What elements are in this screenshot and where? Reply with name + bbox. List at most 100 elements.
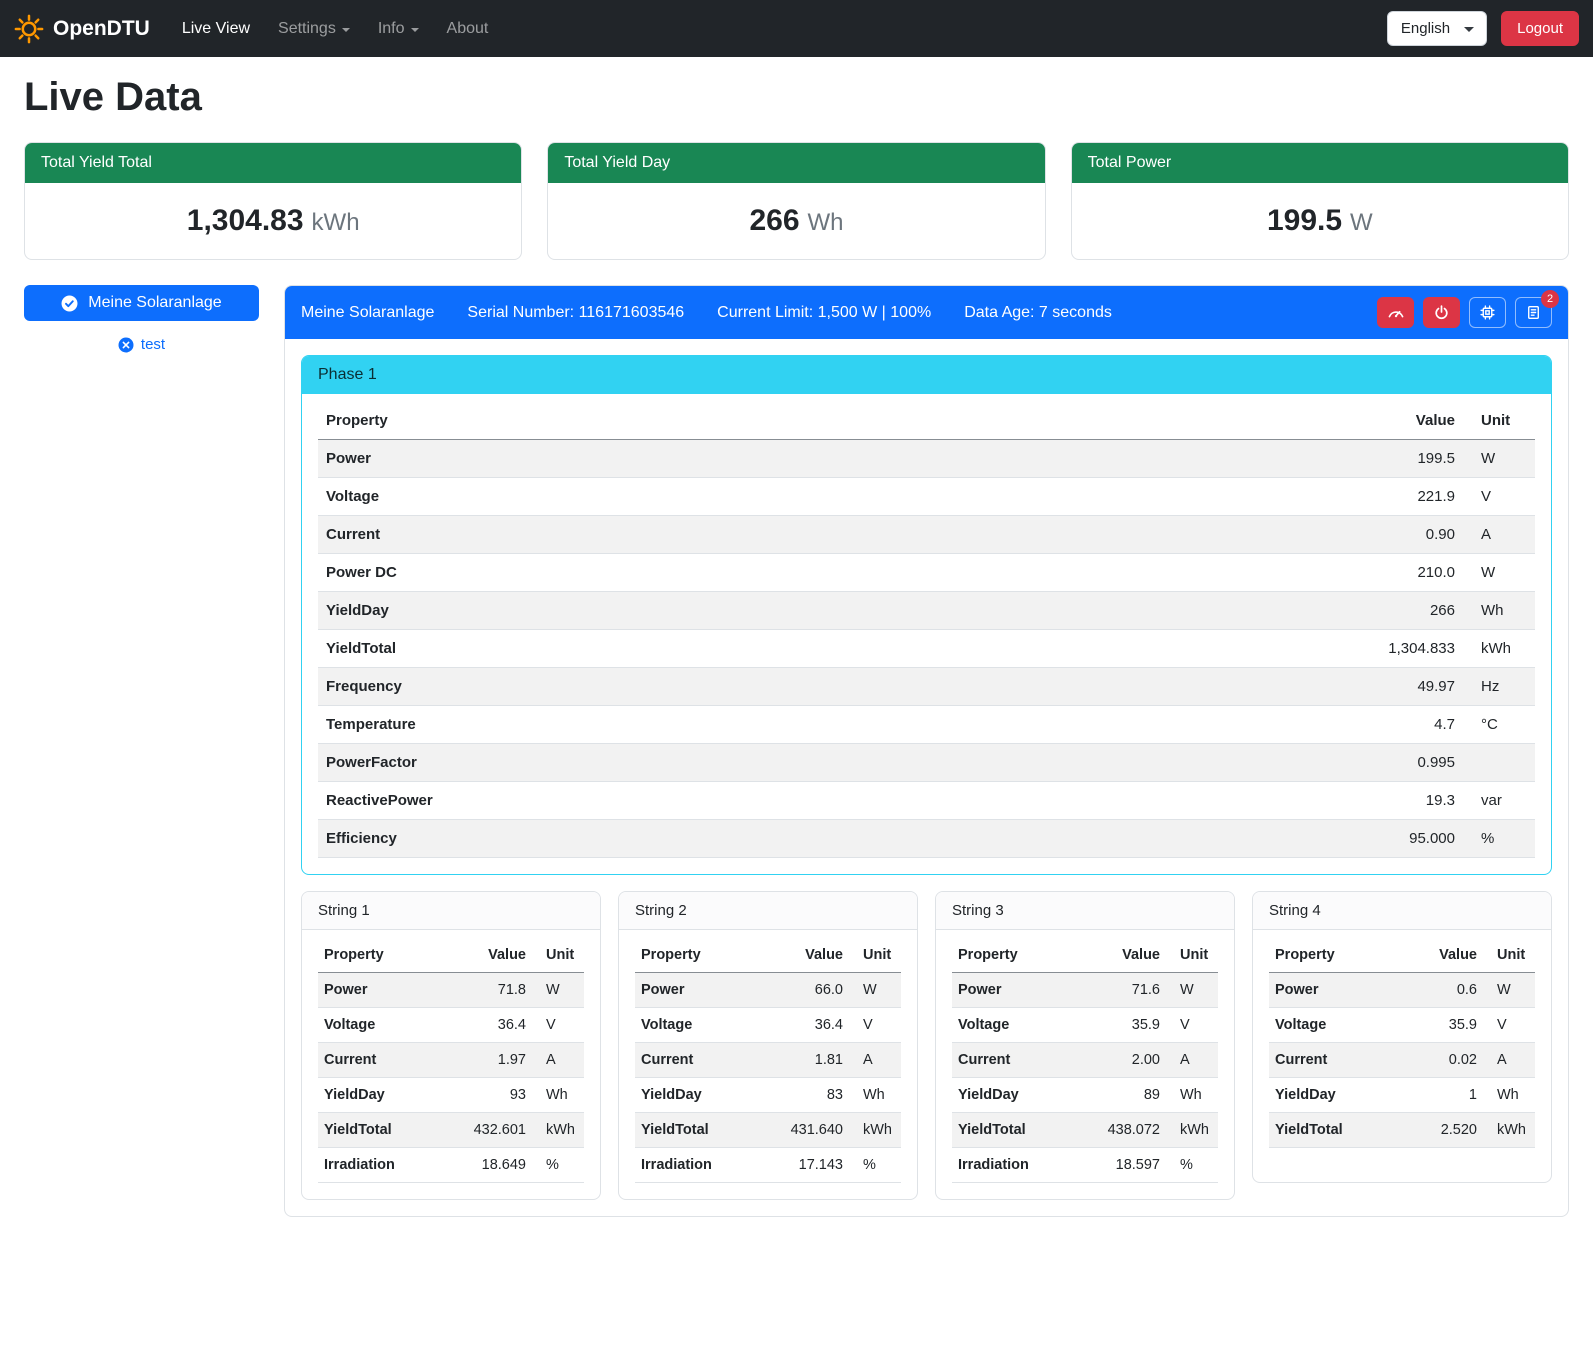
cell-property: Voltage: [318, 478, 1343, 516]
speedometer-icon: [1387, 304, 1405, 322]
cell-unit: V: [1463, 478, 1535, 516]
card-value: 1,304.83: [187, 204, 304, 237]
table-header-row: Property Value Unit: [1269, 938, 1535, 973]
table-row: YieldTotal1,304.833kWh: [318, 630, 1535, 668]
cell-value: 17.143: [777, 1148, 849, 1183]
limit-settings-button[interactable]: [1377, 297, 1414, 328]
table-row: Current1.97A: [318, 1043, 584, 1078]
table-row: Power DC210.0W: [318, 554, 1535, 592]
cell-value: 35.9: [1411, 1008, 1483, 1043]
cell-value: 0.90: [1343, 516, 1463, 554]
nav-settings[interactable]: Settings: [264, 12, 364, 46]
cell-value: 4.7: [1343, 706, 1463, 744]
table-row: Irradiation18.597%: [952, 1148, 1218, 1183]
header-property: Property: [318, 938, 460, 973]
cell-property: Power: [1269, 973, 1411, 1008]
cell-unit: kWh: [849, 1113, 901, 1148]
table-row: ReactivePower19.3var: [318, 782, 1535, 820]
cell-unit: Wh: [1463, 592, 1535, 630]
top-navbar: OpenDTU Live View Settings Info About En…: [0, 0, 1593, 57]
header-unit: Unit: [849, 938, 901, 973]
power-button[interactable]: [1423, 297, 1460, 328]
cell-value: 71.8: [460, 973, 532, 1008]
brand[interactable]: OpenDTU: [14, 14, 150, 44]
cell-property: Current: [952, 1043, 1094, 1078]
cell-unit: W: [849, 973, 901, 1008]
cell-value: 18.597: [1094, 1148, 1166, 1183]
cell-property: Irradiation: [952, 1148, 1094, 1183]
cell-unit: var: [1463, 782, 1535, 820]
event-count-badge: 2: [1541, 290, 1559, 308]
inverter-name: Meine Solaranlage: [301, 304, 434, 322]
card-title: Total Power: [1072, 143, 1568, 183]
header-value: Value: [460, 938, 532, 973]
table-row: PowerFactor0.995: [318, 744, 1535, 782]
cell-property: YieldDay: [635, 1078, 777, 1113]
chevron-down-icon: [411, 28, 419, 32]
page-title: Live Data: [24, 75, 1569, 120]
cell-value: 0.02: [1411, 1043, 1483, 1078]
table-row: Current2.00A: [952, 1043, 1218, 1078]
phase-1-body: Property Value Unit Power199.5WVoltage22…: [302, 394, 1551, 874]
cell-value: 2.520: [1411, 1113, 1483, 1148]
header-unit: Unit: [1483, 938, 1535, 973]
cell-unit: W: [1463, 554, 1535, 592]
string-2-title: String 2: [619, 892, 917, 930]
phase-1-title: Phase 1: [302, 356, 1551, 394]
cell-unit: A: [532, 1043, 584, 1078]
table-row: YieldDay1Wh: [1269, 1078, 1535, 1113]
sidebar-item-meine-solaranlage[interactable]: Meine Solaranlage: [24, 285, 259, 321]
string-4-card: String 4 Property Value Unit Power0.6WVo…: [1252, 891, 1552, 1183]
summary-cards-row: Total Yield Total 1,304.83kWh Total Yiel…: [24, 142, 1569, 260]
card-total-yield-day: Total Yield Day 266Wh: [547, 142, 1045, 260]
table-header-row: Property Value Unit: [318, 938, 584, 973]
cell-property: Efficiency: [318, 820, 1343, 858]
cell-value: 19.3: [1343, 782, 1463, 820]
card-unit: Wh: [808, 209, 844, 236]
chevron-down-icon: [342, 28, 350, 32]
language-value: English: [1401, 20, 1450, 37]
cell-property: Power: [318, 973, 460, 1008]
nav-about[interactable]: About: [433, 12, 503, 46]
cell-unit: V: [849, 1008, 901, 1043]
restart-button[interactable]: [1469, 297, 1506, 328]
cell-value: 438.072: [1094, 1113, 1166, 1148]
cell-value: 36.4: [777, 1008, 849, 1043]
cell-unit: Wh: [1483, 1078, 1535, 1113]
cell-value: 18.649: [460, 1148, 532, 1183]
string-1-card: String 1 Property Value Unit Power71.8WV…: [301, 891, 601, 1200]
table-row: YieldDay83Wh: [635, 1078, 901, 1113]
phase-1-table: Property Value Unit Power199.5WVoltage22…: [318, 402, 1535, 858]
cell-unit: %: [532, 1148, 584, 1183]
nav-live-view[interactable]: Live View: [168, 12, 264, 46]
header-property: Property: [318, 402, 1343, 440]
cell-value: 35.9: [1094, 1008, 1166, 1043]
logout-button[interactable]: Logout: [1501, 11, 1579, 46]
table-row: Voltage36.4V: [318, 1008, 584, 1043]
cell-property: Voltage: [1269, 1008, 1411, 1043]
content-row: Meine Solaranlage test Meine Solaranlage…: [24, 285, 1569, 1217]
cell-value: 431.640: [777, 1113, 849, 1148]
card-value: 199.5: [1267, 204, 1342, 237]
table-row: YieldTotal438.072kWh: [952, 1113, 1218, 1148]
table-row: Current0.02A: [1269, 1043, 1535, 1078]
table-row: YieldDay266Wh: [318, 592, 1535, 630]
inverter-panel-header: Meine Solaranlage Serial Number: 1161716…: [285, 286, 1568, 339]
cell-property: Current: [318, 1043, 460, 1078]
event-log-button[interactable]: 2: [1515, 297, 1552, 328]
cell-property: YieldTotal: [952, 1113, 1094, 1148]
cell-property: Power: [318, 440, 1343, 478]
cell-property: ReactivePower: [318, 782, 1343, 820]
header-value: Value: [1343, 402, 1463, 440]
cell-unit: A: [1483, 1043, 1535, 1078]
cell-value: 2.00: [1094, 1043, 1166, 1078]
language-select[interactable]: English: [1387, 11, 1487, 46]
table-header-row: Property Value Unit: [952, 938, 1218, 973]
sidebar-item-test[interactable]: test: [24, 336, 259, 353]
cell-unit: kWh: [1463, 630, 1535, 668]
inverter-data-age: Data Age: 7 seconds: [964, 304, 1112, 322]
cell-unit: V: [532, 1008, 584, 1043]
table-row: Efficiency95.000%: [318, 820, 1535, 858]
nav-info[interactable]: Info: [364, 12, 433, 46]
cell-property: Power DC: [318, 554, 1343, 592]
